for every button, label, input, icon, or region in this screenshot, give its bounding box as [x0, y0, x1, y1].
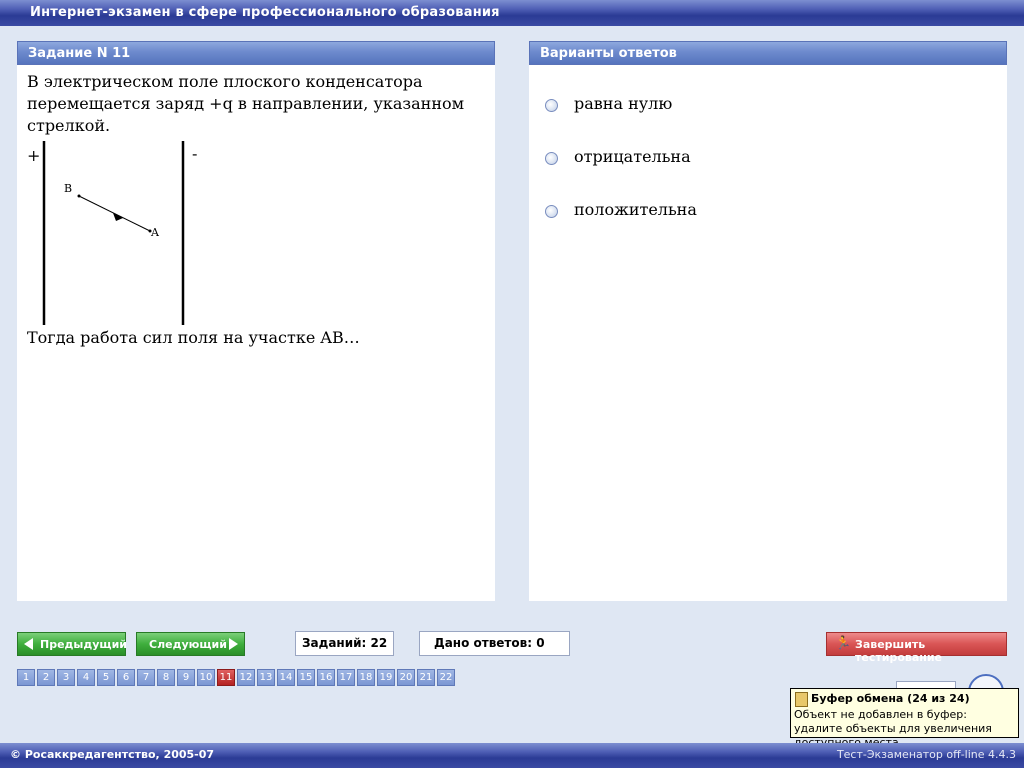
page-button-9[interactable]: 9: [177, 669, 195, 686]
page-button-16[interactable]: 16: [317, 669, 335, 686]
page-button-10[interactable]: 10: [197, 669, 215, 686]
answer-label[interactable]: положительна: [574, 200, 697, 219]
arrow-left-icon: [24, 638, 33, 650]
next-button[interactable]: Следующий: [136, 632, 245, 656]
answer-label[interactable]: равна нулю: [574, 94, 672, 113]
page-button-18[interactable]: 18: [357, 669, 375, 686]
page-button-21[interactable]: 21: [417, 669, 435, 686]
answers-header: Варианты ответов: [529, 41, 1007, 65]
path-line: [78, 195, 151, 232]
page-button-11[interactable]: 11: [217, 669, 235, 686]
page-button-6[interactable]: 6: [117, 669, 135, 686]
tooltip-title: Буфер обмена (24 из 24): [811, 692, 970, 705]
page-button-3[interactable]: 3: [57, 669, 75, 686]
page-button-17[interactable]: 17: [337, 669, 355, 686]
running-man-icon: 🏃: [835, 636, 852, 651]
plus-sign: +: [27, 146, 40, 165]
arrow-right-icon: [229, 638, 238, 650]
clipboard-icon: [795, 692, 808, 707]
app-title: Интернет-экзамен в сфере профессионально…: [30, 5, 500, 20]
question-continuation: Тогда работа сил поля на участке AB…: [27, 328, 360, 347]
task-panel: Задание N 11 В электрическом поле плоско…: [17, 41, 495, 601]
page-button-20[interactable]: 20: [397, 669, 415, 686]
footer-bar: © Росаккредагентство, 2005-07 Тест-Экзам…: [0, 743, 1024, 768]
answers-panel: Варианты ответов равна нулю отрицательна…: [529, 41, 1007, 601]
radio-button[interactable]: [545, 205, 558, 218]
radio-button[interactable]: [545, 152, 558, 165]
radio-button[interactable]: [545, 99, 558, 112]
page-button-2[interactable]: 2: [37, 669, 55, 686]
answers-counter: Дано ответов: 0: [419, 631, 570, 656]
capacitor-diagram: + - B A: [27, 141, 197, 325]
question-text: В электрическом поле плоского конденсато…: [27, 72, 465, 135]
finish-testing-button[interactable]: 🏃 Завершить тестирование: [826, 632, 1007, 664]
page-button-8[interactable]: 8: [157, 669, 175, 686]
copyright-text: © Росаккредагентство, 2005-07: [10, 748, 215, 761]
point-a-label: A: [150, 226, 160, 239]
page-button-22[interactable]: 22: [437, 669, 455, 686]
previous-label: Предыдущий: [40, 638, 128, 651]
point-b-label: B: [64, 182, 72, 195]
title-bar: Интернет-экзамен в сфере профессионально…: [0, 0, 1024, 26]
page-button-12[interactable]: 12: [237, 669, 255, 686]
clipboard-tooltip: Буфер обмена (24 из 24) Объект не добавл…: [790, 688, 1019, 749]
page-button-14[interactable]: 14: [277, 669, 295, 686]
task-header: Задание N 11: [17, 41, 495, 65]
finish-label: Завершить тестирование: [855, 638, 943, 664]
minus-sign: -: [192, 144, 197, 163]
page-button-19[interactable]: 19: [377, 669, 395, 686]
page-button-15[interactable]: 15: [297, 669, 315, 686]
page-button-4[interactable]: 4: [77, 669, 95, 686]
version-text: Тест-Экзаменатор off-line 4.4.3: [836, 748, 1016, 761]
page-button-7[interactable]: 7: [137, 669, 155, 686]
page-button-1[interactable]: 1: [17, 669, 35, 686]
tasks-counter: Заданий: 22: [295, 631, 394, 656]
page-button-13[interactable]: 13: [257, 669, 275, 686]
next-label: Следующий: [149, 638, 227, 651]
answer-label[interactable]: отрицательна: [574, 147, 691, 166]
page-button-5[interactable]: 5: [97, 669, 115, 686]
previous-button[interactable]: Предыдущий: [17, 632, 128, 656]
